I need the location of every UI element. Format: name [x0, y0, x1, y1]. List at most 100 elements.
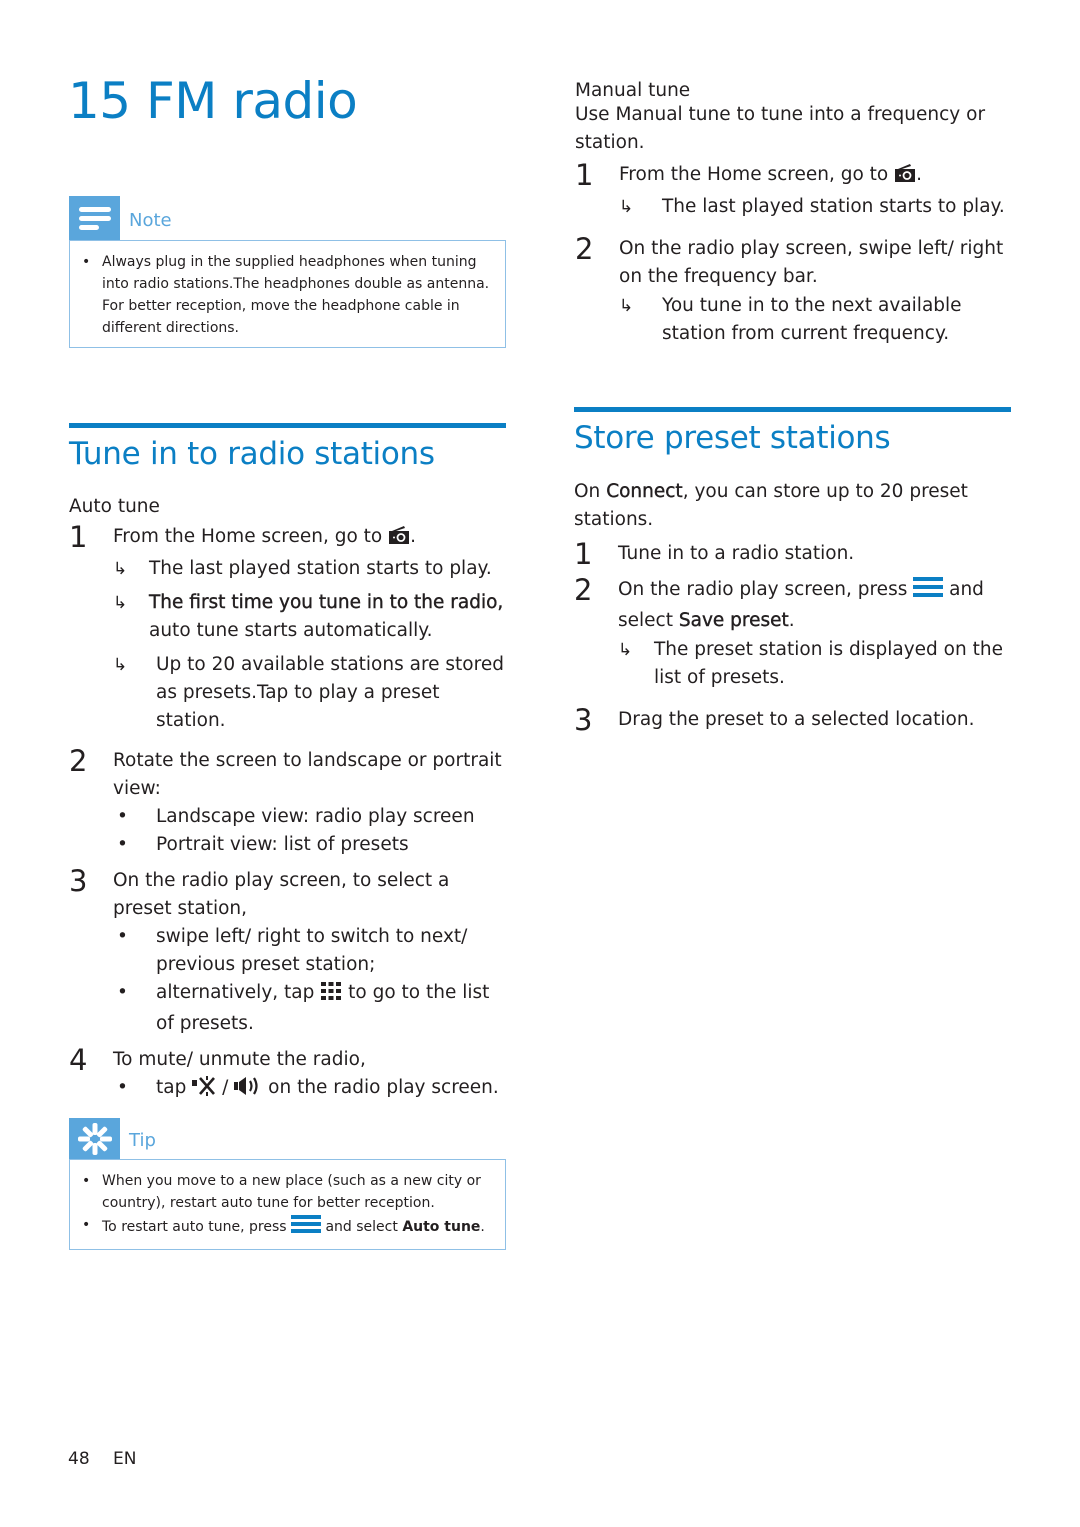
step-suffix: .: [916, 164, 923, 185]
result-arrow-icon: ↳: [618, 640, 633, 660]
tip-label: Tip: [129, 1130, 156, 1151]
bullet-text: tap: [156, 1077, 187, 1098]
step-number: 2: [69, 744, 88, 778]
step-number: 2: [574, 573, 593, 607]
radio-icon: [388, 525, 410, 554]
step-text: From the Home screen, go to: [619, 164, 889, 185]
volume-icon: [234, 1076, 262, 1105]
step-text: Tune in to a radio station.: [618, 543, 855, 564]
note-lines-icon: [69, 196, 120, 240]
manual-tune-section: Manual tune Use Manual tune to tune into…: [575, 80, 1011, 348]
store-section: Store preset stations On Connect, you ca…: [574, 407, 1011, 737]
result-item: ↳ The last played station starts to play…: [575, 193, 1011, 221]
result-item: ↳ The last played station starts to play…: [69, 555, 506, 583]
menu-icon: [913, 576, 944, 607]
auto-step-3: 3 On the radio play screen, to select a …: [69, 864, 506, 923]
step-text: To mute/ unmute the radio,: [113, 1049, 366, 1070]
mute-icon: [192, 1076, 216, 1105]
bullet-item: • tap / on the radio play screen.: [69, 1074, 506, 1105]
result-text: You tune in to the next available statio…: [662, 295, 962, 344]
step-number: 4: [69, 1043, 88, 1077]
step-text: From the Home screen, go to: [113, 526, 383, 547]
step-text: On the radio play screen, press: [618, 579, 908, 600]
page-number: 48: [68, 1449, 90, 1469]
bullet-text: on the radio play screen.: [268, 1077, 499, 1098]
result-text: The preset station is displayed on the l…: [654, 639, 1003, 688]
result-item: ↳ The first time you tune in to the radi…: [69, 589, 506, 645]
note-item: Always plug in the supplied headphones w…: [82, 251, 493, 339]
bullet-dot: •: [117, 926, 128, 947]
step-number: 3: [69, 864, 88, 898]
manual-tune-intro: Use Manual tune to tune into a frequency…: [575, 104, 986, 153]
step-number: 1: [575, 158, 594, 192]
bullet-dot: •: [117, 806, 128, 827]
step-number: 3: [574, 703, 593, 737]
grid-icon: [320, 981, 342, 1010]
step-bold-text: Save preset: [678, 610, 789, 631]
manual-tune-heading: Manual tune: [575, 80, 691, 101]
bullet-item: • Portrait view: list of presets: [69, 831, 506, 859]
tip-bold-text: Auto tune: [402, 1219, 481, 1235]
auto-step-1: 1 From the Home screen, go to .: [69, 520, 506, 554]
result-item: ↳ Up to 20 available stations are stored…: [69, 651, 506, 735]
result-item: ↳ You tune in to the next available stat…: [575, 292, 1011, 348]
page-footer: 48 EN: [68, 1449, 155, 1469]
bullet-dot: •: [117, 982, 128, 1003]
bullet-item: • alternatively, tap to go to the list o…: [69, 979, 506, 1038]
result-text: The last played station starts to play.: [149, 558, 492, 579]
intro-text: On: [574, 481, 601, 502]
step-end: .: [788, 610, 795, 631]
bullet-item: • swipe left/ right to switch to next/ p…: [69, 923, 506, 979]
chapter-number: 15: [68, 72, 131, 130]
section-divider: [69, 423, 506, 428]
language-code: EN: [113, 1449, 137, 1469]
step-number: 1: [574, 537, 593, 571]
chapter-title-text: FM radio: [146, 72, 358, 130]
bullet-text: Landscape view: radio play screen: [156, 806, 475, 827]
bullet-item: • Landscape view: radio play screen: [69, 803, 506, 831]
tip-text: To restart auto tune, press: [102, 1219, 287, 1235]
step-suffix: .: [410, 526, 417, 547]
store-step-2: 2 On the radio play screen, press and se…: [574, 573, 1011, 635]
tune-section: Tune in to radio stations Auto tune 1 Fr…: [69, 423, 506, 1105]
section-title-tune: Tune in to radio stations: [69, 436, 435, 472]
tip-body: When you move to a new place (such as a …: [69, 1159, 506, 1250]
bullet-dot: •: [117, 1077, 128, 1098]
note-header: Note: [69, 196, 506, 240]
store-intro: On Connect, you can store up to 20 prese…: [574, 478, 1011, 534]
note-label: Note: [129, 209, 172, 231]
result-arrow-icon: ↳: [113, 593, 128, 613]
step-text: On the radio play screen, to select a pr…: [113, 870, 450, 919]
note-body: Always plug in the supplied headphones w…: [69, 240, 506, 348]
menu-icon: [291, 1214, 322, 1241]
step-text: On the radio play screen, swipe left/ ri…: [619, 238, 1004, 287]
auto-step-2: 2 Rotate the screen to landscape or port…: [69, 744, 506, 803]
auto-tune-heading: Auto tune: [69, 496, 160, 517]
chapter-title: 15 FM radio: [68, 72, 358, 130]
tip-end: .: [480, 1219, 485, 1235]
result-text: Up to 20 available stations are stored a…: [156, 654, 504, 731]
result-arrow-icon: ↳: [113, 559, 128, 579]
result-item: ↳ The preset station is displayed on the…: [574, 636, 1011, 692]
result-arrow-icon: ↳: [113, 655, 128, 675]
tip-callout: Tip When you move to a new place (such a…: [69, 1118, 506, 1250]
section-title-store: Store preset stations: [574, 420, 891, 456]
result-text: The last played station starts to play.: [662, 196, 1005, 217]
bullet-text: alternatively, tap: [156, 982, 315, 1003]
store-step-1: 1 Tune in to a radio station.: [574, 537, 1011, 571]
intro-bold-text: Connect: [606, 481, 683, 502]
store-step-3: 3 Drag the preset to a selected location…: [574, 703, 1011, 737]
manual-step-2: 2 On the radio play screen, swipe left/ …: [575, 232, 1011, 291]
result-arrow-icon: ↳: [619, 296, 634, 316]
step-text: Rotate the screen to landscape or portra…: [113, 750, 502, 799]
note-callout: Note Always plug in the supplied headpho…: [69, 196, 506, 348]
bullet-text: swipe left/ right to switch to next/ pre…: [156, 926, 468, 975]
section-divider: [574, 407, 1011, 412]
result-text: auto tune starts automatically.: [149, 620, 433, 641]
tip-header: Tip: [69, 1118, 506, 1159]
step-number: 2: [575, 232, 594, 266]
radio-icon: [894, 163, 916, 192]
tip-asterisk-icon: [69, 1118, 120, 1159]
tip-text: and select: [325, 1219, 398, 1235]
bullet-dot: •: [117, 834, 128, 855]
